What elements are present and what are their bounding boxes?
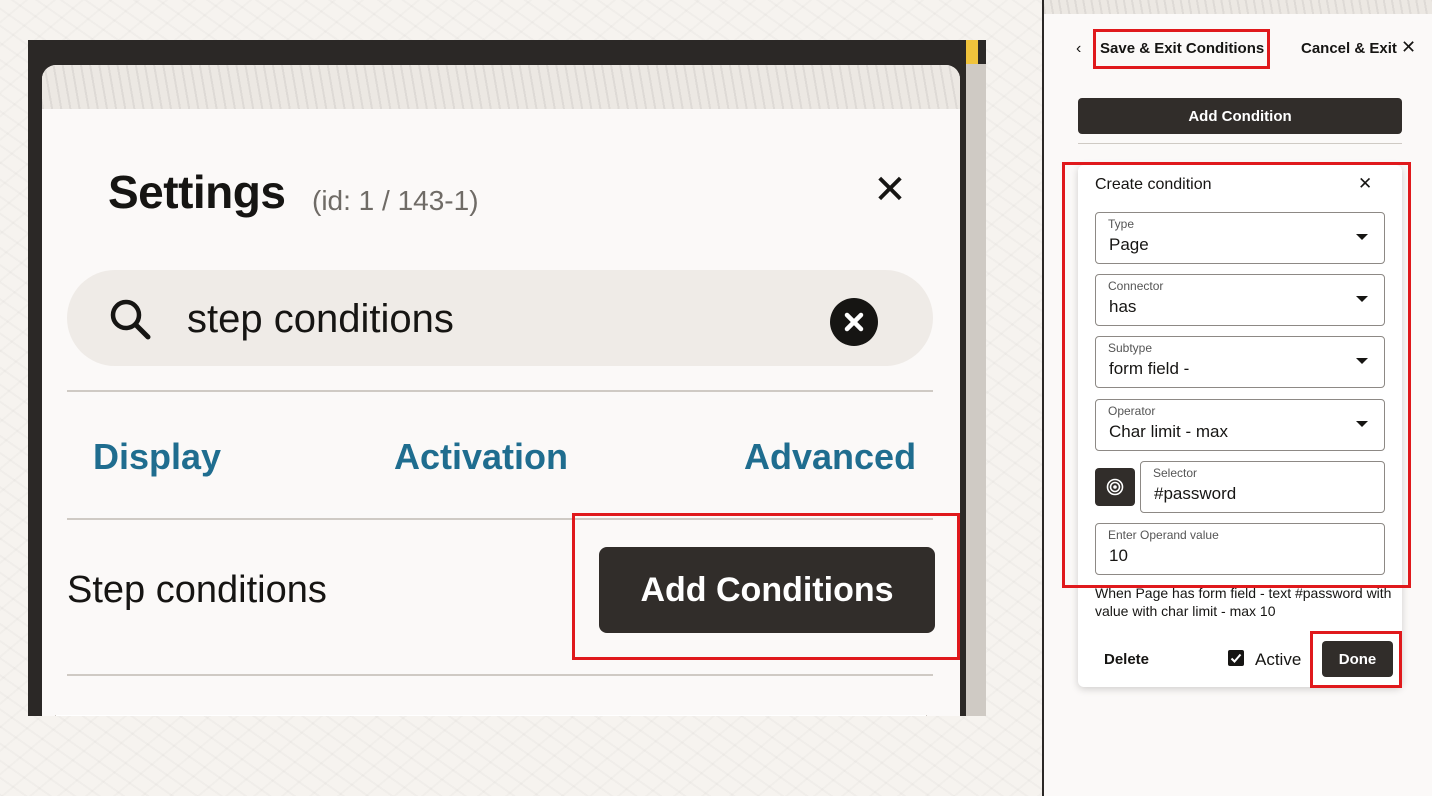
- panel-header-pattern: [1044, 0, 1432, 14]
- back-icon[interactable]: ‹: [1076, 40, 1081, 58]
- close-icon[interactable]: ✕: [1401, 37, 1416, 58]
- highlight-add-conditions: [572, 513, 960, 660]
- tab-display[interactable]: Display: [93, 435, 221, 479]
- active-checkbox[interactable]: [1228, 650, 1244, 666]
- clear-search-icon[interactable]: [830, 298, 878, 346]
- divider: [67, 390, 933, 392]
- settings-header-pattern: [42, 65, 960, 109]
- search-icon: [110, 299, 151, 340]
- step-conditions-label: Step conditions: [67, 569, 327, 611]
- highlight-condition-form: [1062, 162, 1411, 588]
- add-condition-button[interactable]: Add Condition: [1078, 98, 1402, 134]
- frame-accent: [966, 40, 978, 64]
- cancel-exit-button[interactable]: Cancel & Exit: [1301, 40, 1397, 57]
- delete-button[interactable]: Delete: [1104, 651, 1149, 668]
- highlight-done: [1310, 631, 1402, 688]
- settings-id: (id: 1 / 143-1): [312, 185, 479, 216]
- settings-title: Settings: [108, 166, 286, 218]
- active-label: Active: [1255, 650, 1302, 669]
- close-icon[interactable]: ✕: [868, 168, 912, 212]
- search-bar[interactable]: step conditions: [67, 270, 933, 366]
- divider: [1078, 143, 1402, 144]
- condition-summary: When Page has form field - text #passwor…: [1095, 585, 1392, 619]
- highlight-save-exit: [1093, 29, 1270, 69]
- frame-scrollbar: [966, 64, 986, 716]
- checkmark-icon: [1230, 653, 1242, 663]
- divider: [67, 674, 933, 676]
- tab-advanced[interactable]: Advanced: [744, 435, 916, 479]
- tab-activation[interactable]: Activation: [394, 435, 568, 479]
- search-input[interactable]: step conditions: [187, 296, 454, 342]
- next-section: [55, 715, 927, 716]
